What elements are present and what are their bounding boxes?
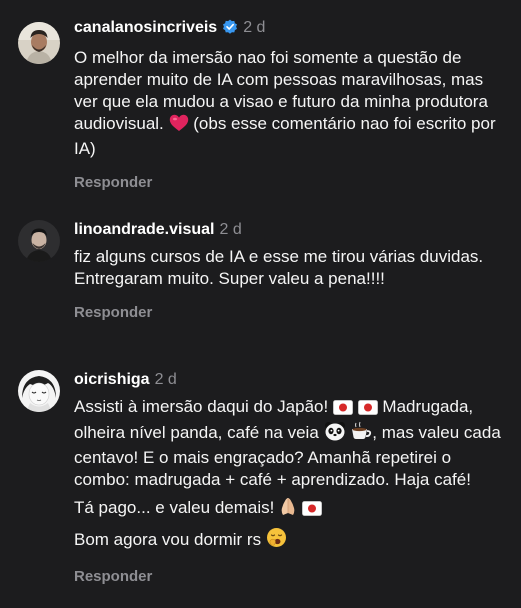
comment-username[interactable]: canalanosincriveis [74, 19, 217, 36]
comment-username[interactable]: oicrishiga [74, 371, 150, 388]
avatar-linoandrade[interactable] [18, 220, 60, 262]
avatar-oicrishiga[interactable] [18, 370, 60, 412]
yawning-face-icon [266, 527, 287, 554]
heart-icon [169, 114, 189, 138]
avatar-canalanosincriveis[interactable] [18, 22, 60, 64]
panda-icon [324, 421, 346, 447]
comment-line: Tá pago... e valeu demais! [74, 498, 275, 517]
comment-line: Bom agora vou dormir rs [74, 530, 262, 549]
folded-hands-icon [279, 496, 297, 522]
japan-flag-icon [357, 399, 378, 421]
comment-time: 2 d [219, 221, 242, 238]
comment-time: 2 d [243, 19, 266, 36]
comment-text: Assisti à imersão daqui do Japão! Madrug… [74, 396, 511, 554]
verified-badge-icon [222, 19, 238, 41]
comment-time: 2 d [154, 371, 177, 388]
comment-text: O melhor da imersão nao foi somente a qu… [74, 47, 511, 160]
japan-flag-icon [333, 399, 353, 421]
coffee-icon [350, 421, 372, 447]
japan-flag-icon [301, 500, 322, 522]
comment-text: fiz alguns cursos de IA e esse me tirou … [74, 246, 511, 290]
comment-line: Assisti à imersão daqui do Japão! [74, 397, 329, 416]
reply-button[interactable]: Responder [74, 304, 511, 321]
comment-username[interactable]: linoandrade.visual [74, 221, 214, 238]
reply-button[interactable]: Responder [74, 568, 511, 585]
comment-line: fiz alguns cursos de IA e esse me tirou … [74, 247, 484, 288]
reply-button[interactable]: Responder [74, 174, 511, 191]
